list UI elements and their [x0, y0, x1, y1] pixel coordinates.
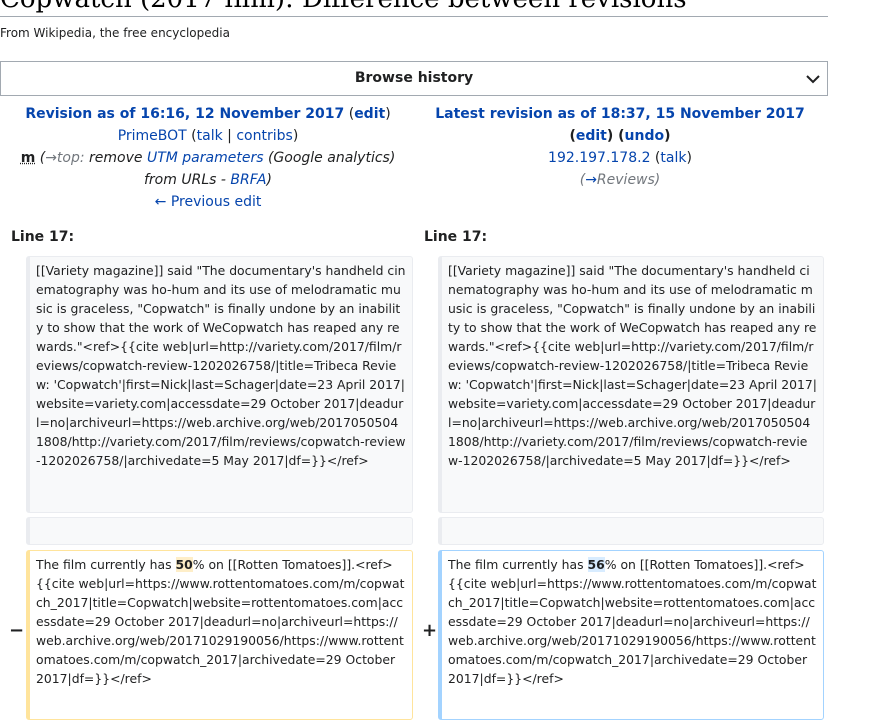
added-line-marker: +: [422, 620, 438, 641]
old-edit-link[interactable]: edit: [354, 106, 385, 122]
old-user-contribs-link[interactable]: contribs: [236, 128, 292, 144]
new-edit-summary: (→Reviews): [579, 172, 661, 188]
brfa-link[interactable]: BRFA: [230, 172, 266, 188]
previous-edit-link[interactable]: ← Previous edit: [155, 194, 262, 210]
old-user-talk-link[interactable]: talk: [197, 128, 223, 144]
old-empty-context-line: [26, 517, 413, 545]
new-line-number: Line 17:: [424, 229, 488, 245]
deleted-line: The film currently has 50% on [[Rotten T…: [26, 550, 413, 720]
new-edit-link[interactable]: edit: [576, 128, 607, 144]
utm-parameters-link[interactable]: UTM parameters: [147, 150, 264, 166]
old-user-link[interactable]: PrimeBOT: [118, 128, 187, 144]
new-revision-header: Latest revision as of 18:37, 15 November…: [420, 103, 820, 191]
edit-summary: (→top: remove UTM parameters (Google ana…: [39, 150, 396, 188]
old-line-number: Line 17:: [11, 229, 75, 245]
new-empty-context-line: [438, 517, 824, 545]
old-revision-header: Revision as of 16:16, 12 November 2017 (…: [20, 106, 396, 210]
site-tagline: From Wikipedia, the free encyclopedia: [0, 26, 230, 40]
new-revision-link[interactable]: Latest revision as of 18:37, 15 November…: [435, 106, 805, 122]
deleted-text-start: The film currently has: [36, 557, 176, 572]
minor-edit-flag: m: [20, 150, 36, 166]
section-top-link[interactable]: →top:: [45, 150, 84, 166]
old-context-line: [[Variety magazine]] said "The documenta…: [26, 256, 413, 513]
added-change: 56: [587, 557, 605, 572]
added-line: The film currently has 56% on [[Rotten T…: [438, 550, 824, 720]
new-context-line: [[Variety magazine]] said "The documenta…: [438, 256, 824, 513]
browse-history-dropdown[interactable]: Browse history: [0, 61, 828, 96]
old-revision-link[interactable]: Revision as of 16:16, 12 November 2017: [25, 106, 344, 122]
added-text-start: The film currently has: [448, 557, 588, 572]
deleted-change: 50: [175, 557, 193, 572]
section-arrow-link[interactable]: →: [585, 172, 597, 188]
new-user-link[interactable]: 192.197.178.2: [548, 150, 650, 166]
section-reviews: Reviews: [596, 172, 655, 188]
new-user-talk-link[interactable]: talk: [660, 150, 686, 166]
page-title: Copwatch (2017 film): Difference between…: [0, 0, 828, 17]
chevron-down-icon: [806, 75, 820, 84]
deleted-text-end: % on [[Rotten Tomatoes]].<ref>{{cite web…: [36, 557, 405, 686]
added-text-end: % on [[Rotten Tomatoes]].<ref>{{cite web…: [448, 557, 817, 686]
browse-history-label: Browse history: [354, 70, 474, 86]
undo-link[interactable]: undo: [625, 128, 665, 144]
deleted-line-marker: −: [9, 620, 25, 641]
